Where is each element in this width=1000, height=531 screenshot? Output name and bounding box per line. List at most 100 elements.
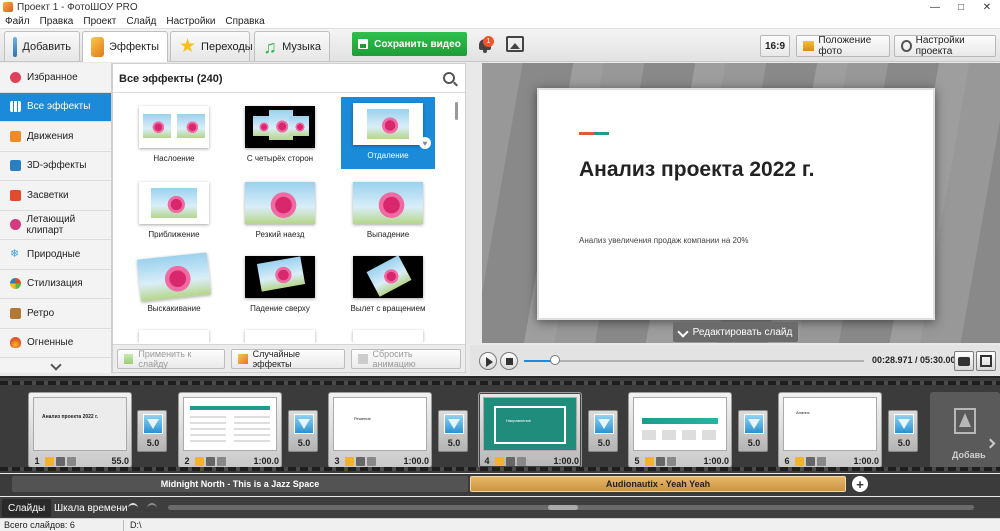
category-flying-clipart[interactable]: Летающий клипарт: [0, 211, 111, 240]
edit-pencil-icon[interactable]: [795, 456, 804, 466]
transition-4[interactable]: 5.0: [588, 410, 618, 452]
tab-transitions[interactable]: ★ Переходы: [170, 31, 253, 61]
thumbnail-title: Направление: [506, 418, 531, 423]
effect-item[interactable]: [127, 324, 221, 342]
category-light-flares[interactable]: Засветки: [0, 181, 111, 211]
menu-edit[interactable]: Правка: [35, 16, 79, 27]
category-nature[interactable]: ❄ Природные: [0, 240, 111, 270]
effect-label: Вылет с вращением: [350, 304, 426, 313]
tab-music[interactable]: ♫ Музыка: [254, 31, 330, 61]
preview-slide[interactable]: Анализ проекта 2022 г. Анализ увеличения…: [537, 88, 935, 320]
edit-pencil-icon[interactable]: [195, 456, 204, 466]
photo-position-button[interactable]: Положение фото: [796, 35, 890, 57]
search-icon[interactable]: [443, 72, 455, 84]
play-button[interactable]: [479, 352, 497, 370]
effect-item[interactable]: Резкий наезд: [233, 176, 327, 248]
timeline-scrollbar[interactable]: [168, 505, 974, 510]
category-favorites[interactable]: Избранное: [0, 63, 111, 93]
add-audio-button[interactable]: +: [852, 476, 868, 492]
storyboard-slide-4-active[interactable]: Направление 4 1:00.0: [478, 392, 582, 468]
apply-to-slide-button[interactable]: Применить к слайду: [117, 349, 225, 369]
category-label: Все эффекты: [27, 101, 91, 113]
audio-track-2[interactable]: Audionautix - Yeah Yeah: [470, 476, 846, 492]
speaker-icon[interactable]: [817, 456, 826, 466]
storyboard-slide-5[interactable]: 5 1:00.0: [628, 392, 732, 468]
effect-item[interactable]: [341, 324, 435, 342]
speaker-icon[interactable]: [517, 456, 526, 466]
speaker-icon[interactable]: [667, 456, 676, 466]
redo-icon[interactable]: [147, 503, 157, 511]
category-all-effects[interactable]: Все эффекты: [0, 92, 111, 122]
effect-item[interactable]: Падение сверху: [233, 250, 327, 322]
storyboard-slide-1[interactable]: Анализ проекта 2022 г. 1 55.0: [28, 392, 132, 468]
fullscreen-button[interactable]: [976, 351, 996, 371]
transition-3[interactable]: 5.0: [438, 410, 468, 452]
maximize-button[interactable]: □: [948, 0, 974, 14]
zoom-icon[interactable]: [356, 456, 365, 466]
stop-button[interactable]: [500, 352, 518, 370]
tab-add[interactable]: Добавить: [4, 31, 80, 61]
zoom-icon[interactable]: [656, 456, 665, 466]
effect-item[interactable]: С четырёх сторон: [233, 100, 327, 172]
speaker-icon[interactable]: [367, 456, 376, 466]
menu-file[interactable]: Файл: [0, 16, 35, 27]
effect-item[interactable]: Наслоение: [127, 100, 221, 172]
aspect-ratio-button[interactable]: 16:9: [760, 35, 790, 57]
category-fire[interactable]: Огненные: [0, 329, 111, 358]
project-settings-button[interactable]: Настройки проекта: [894, 35, 996, 57]
status-bar: Всего слайдов: 6 D:\: [0, 518, 1000, 531]
storyboard-slide-3[interactable]: Решение 3 1:00.0: [328, 392, 432, 468]
edit-pencil-icon[interactable]: [495, 456, 504, 466]
effect-item[interactable]: Вылет с вращением: [341, 250, 435, 322]
add-slide-button[interactable]: Добавь: [930, 392, 1000, 468]
edit-pencil-icon[interactable]: [645, 456, 654, 466]
transition-2[interactable]: 5.0: [288, 410, 318, 452]
zoom-icon[interactable]: [506, 456, 515, 466]
speaker-icon[interactable]: [217, 456, 226, 466]
speaker-icon[interactable]: [67, 456, 76, 466]
save-video-button[interactable]: Сохранить видео: [352, 32, 467, 56]
effect-item-selected[interactable]: ♥ Отдаление: [341, 97, 435, 169]
effect-item[interactable]: Приближение: [127, 176, 221, 248]
minimize-button[interactable]: —: [922, 0, 948, 14]
playback-progress-track[interactable]: [524, 360, 864, 362]
category-motions[interactable]: Движения: [0, 122, 111, 152]
zoom-icon[interactable]: [806, 456, 815, 466]
tab-effects[interactable]: Эффекты: [82, 31, 168, 62]
effects-scrollbar[interactable]: [455, 102, 458, 120]
storyboard-slide-6[interactable]: Анализ 6 1:00.0: [778, 392, 882, 468]
favorite-heart-icon[interactable]: ♥: [419, 137, 431, 149]
edit-pencil-icon[interactable]: [45, 456, 54, 466]
tab-timeline[interactable]: Шкала времени: [48, 499, 133, 517]
menu-settings[interactable]: Настройки: [161, 16, 220, 27]
menu-help[interactable]: Справка: [220, 16, 269, 27]
photo-effects-icon[interactable]: [506, 36, 524, 52]
edit-slide-button[interactable]: Редактировать слайд: [673, 322, 798, 342]
category-stylization[interactable]: Стилизация: [0, 270, 111, 299]
effect-item[interactable]: Выскакивание: [127, 250, 221, 322]
edit-pencil-icon[interactable]: [345, 456, 354, 466]
menu-project[interactable]: Проект: [78, 16, 121, 27]
divider: [113, 92, 465, 93]
zoom-icon[interactable]: [56, 456, 65, 466]
sidebar-scroll-down[interactable]: [0, 359, 112, 373]
reset-animation-button[interactable]: Сбросить анимацию: [351, 349, 461, 369]
menu-slide[interactable]: Слайд: [121, 16, 161, 27]
storyboard-slide-2[interactable]: 2 1:00.0: [178, 392, 282, 468]
transition-6[interactable]: 5.0: [888, 410, 918, 452]
random-effects-button[interactable]: Случайные эффекты: [231, 349, 345, 369]
playback-progress-knob[interactable]: [549, 355, 560, 365]
zoom-icon[interactable]: [206, 456, 215, 466]
close-button[interactable]: ✕: [974, 0, 1000, 14]
audio-track-1[interactable]: Midnight North - This is a Jazz Space: [12, 476, 468, 492]
category-3d-effects[interactable]: 3D-эффекты: [0, 152, 111, 181]
transition-5[interactable]: 5.0: [738, 410, 768, 452]
scrollbar-thumb[interactable]: [548, 505, 578, 510]
category-retro[interactable]: Ретро: [0, 299, 111, 329]
effect-item[interactable]: Выпадение: [341, 176, 435, 248]
tab-slides[interactable]: Слайды: [2, 499, 52, 517]
snapshot-button[interactable]: [954, 351, 974, 371]
transition-1[interactable]: 5.0: [137, 410, 167, 452]
undo-icon[interactable]: [128, 503, 138, 511]
effect-item[interactable]: [233, 324, 327, 342]
